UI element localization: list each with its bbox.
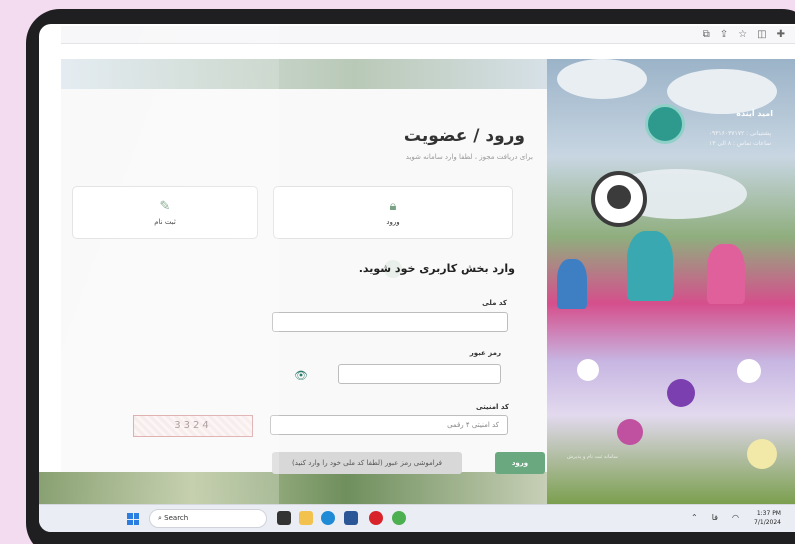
- form-panel: [61, 89, 551, 499]
- organization-logo: [645, 104, 685, 144]
- eye-icon[interactable]: 👁︎: [294, 369, 308, 382]
- flower: [617, 419, 643, 445]
- flower: [737, 359, 761, 383]
- split-view-icon[interactable]: ◫: [757, 29, 766, 40]
- support-info: پشتیبانی : ۰۹۳۱۶۰۳۷۱۷۲ ساعات تماس : ۸ ال…: [709, 129, 771, 149]
- tablet-screen: ⧉ ⇪ ☆ ◫ ✚ ورود / عضویت برای دریافت مجوز …: [39, 24, 795, 532]
- page-subtitle: برای دریافت مجوز ، لطفا وارد سامانه شوید: [405, 153, 533, 161]
- child-figure: [627, 231, 673, 301]
- tab-login-label: ورود: [386, 218, 400, 226]
- captcha-image: 3324: [133, 415, 253, 437]
- bottom-decoration: [39, 472, 551, 504]
- share-icon[interactable]: ⇪: [720, 29, 728, 40]
- support-phone: پشتیبانی : ۰۹۳۱۶۰۳۷۱۷۲: [708, 130, 771, 137]
- toolbar-icons: ⧉ ⇪ ☆ ◫ ✚: [703, 29, 785, 40]
- search-placeholder: Search: [164, 514, 189, 522]
- cloud: [557, 59, 647, 99]
- edge-icon[interactable]: [321, 511, 335, 525]
- child-figure: [707, 244, 745, 304]
- windows-start-icon[interactable]: [127, 513, 139, 525]
- star-icon[interactable]: ☆: [738, 29, 747, 40]
- cloud: [667, 69, 777, 114]
- organization-name: امید آینده: [736, 109, 773, 118]
- top-decoration: [61, 59, 551, 89]
- task-view-icon[interactable]: [277, 511, 291, 525]
- emblem-center: [607, 185, 631, 209]
- system-tray: ⌃ فا ◠: [691, 513, 739, 522]
- opera-icon[interactable]: [369, 511, 383, 525]
- clock-time: 1:37 PM: [756, 510, 781, 517]
- chrome-icon[interactable]: [392, 511, 406, 525]
- tab-login[interactable]: 🔒︎ ورود: [273, 186, 513, 239]
- national-code-label: کد ملی: [482, 299, 507, 307]
- login-button[interactable]: ورود: [495, 452, 545, 474]
- tab-register[interactable]: ✎ ثبت نام: [72, 186, 258, 239]
- section-title: وارد بخش کاربری خود شوید.: [358, 262, 515, 275]
- language-indicator[interactable]: فا: [712, 513, 718, 522]
- hero-image: امید آینده پشتیبانی : ۰۹۳۱۶۰۳۷۱۷۲ ساعات …: [547, 59, 795, 504]
- lock-icon: 🔒︎: [389, 199, 397, 214]
- pencil-icon: ✎: [159, 199, 171, 214]
- flower: [667, 379, 695, 407]
- store-icon[interactable]: [344, 511, 358, 525]
- clock[interactable]: 1:37 PM 7/1/2024: [754, 509, 781, 527]
- hero-caption: سامانه ثبت نام و پذیرش: [567, 454, 618, 460]
- tab-register-label: ثبت نام: [154, 218, 176, 226]
- clock-date: 7/1/2024: [754, 519, 781, 526]
- flower: [747, 439, 777, 469]
- translate-icon[interactable]: ⧉: [703, 29, 710, 40]
- page-title: ورود / عضویت: [403, 126, 525, 146]
- chevron-up-icon[interactable]: ⌃: [691, 513, 698, 522]
- national-code-input[interactable]: [272, 312, 508, 332]
- child-figure: [557, 259, 587, 309]
- password-input[interactable]: [338, 364, 501, 384]
- wifi-icon[interactable]: ◠: [732, 513, 739, 522]
- password-label: رمز عبور: [469, 349, 501, 357]
- browser-toolbar: ⧉ ⇪ ☆ ◫ ✚: [61, 26, 795, 44]
- flower: [577, 359, 599, 381]
- security-code-input[interactable]: کد امنیتی ۴ رقمی: [270, 415, 508, 435]
- taskbar-search[interactable]: ⌕ Search: [149, 509, 267, 528]
- forgot-password-button[interactable]: فراموشی رمز عبور (لطفا کد ملی خود را وار…: [272, 452, 462, 474]
- security-code-label: کد امنیتی: [476, 403, 509, 411]
- support-hours: ساعات تماس : ۸ الی ۱۳: [709, 140, 771, 147]
- file-explorer-icon[interactable]: [299, 511, 313, 525]
- extension-icon[interactable]: ✚: [777, 29, 785, 40]
- windows-taskbar: ⌕ Search ⌃ فا ◠ 1:37 PM 7/1/2024: [39, 504, 795, 532]
